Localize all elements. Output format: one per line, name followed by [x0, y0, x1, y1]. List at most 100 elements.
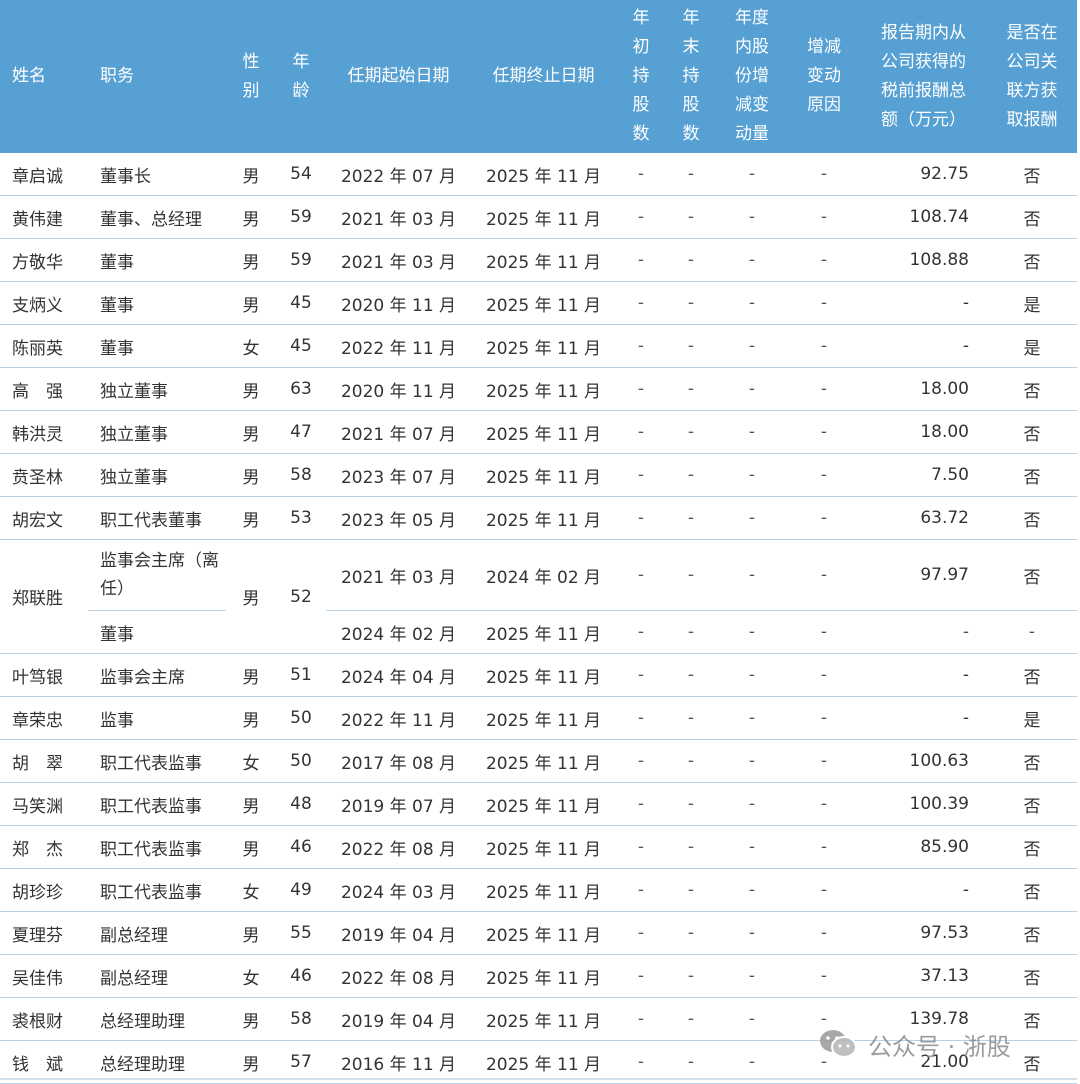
cell-end-date: 2025 年 11 月	[471, 782, 616, 826]
header-line: 公司关	[1006, 51, 1058, 72]
cell-title: 独立董事	[88, 367, 226, 411]
cell-start-date: 2022 年 11 月	[326, 696, 471, 740]
cell-shares-change: -	[716, 367, 788, 411]
cell-name: 支炳义	[0, 281, 88, 325]
table-row: 郑联胜 监事会主席（离任）男 52 2021 年 03 月 2024 年 02 月---…	[0, 539, 1077, 654]
cell-shares-change: -	[716, 653, 788, 697]
cell-shares-end: -	[666, 954, 716, 998]
cell-age: 59	[276, 195, 326, 239]
table-row: 章启诚 董事长男 54 2022 年 07 月 2025 年 11 月 - - - -92.75…	[0, 153, 1077, 196]
cell-age: 59	[276, 238, 326, 282]
cell-change-reason: -	[788, 367, 860, 411]
table-row: 高 强独立董事男 63 2020 年 11 月 2025 年 11 月 - - - -18.0…	[0, 367, 1077, 411]
cell-shares-change: -	[716, 496, 788, 540]
cell-start-date: 2024 年 04 月	[326, 653, 471, 697]
cell-shares-start: -	[616, 653, 666, 697]
cell-gender: 男	[226, 367, 276, 411]
cell-pay: 18.00	[860, 410, 987, 454]
cell-title: 总经理助理	[88, 997, 226, 1041]
cell-end-date: 2025 年 11 月	[471, 153, 616, 196]
cell-start-date: 2019 年 04 月	[326, 997, 471, 1041]
cell-gender: 男	[226, 539, 276, 654]
cell-start-date: 2021 年 03 月	[326, 539, 471, 611]
cell-change-reason: -	[788, 539, 860, 611]
header-name: 姓名	[0, 0, 88, 153]
cell-age: 49	[276, 868, 326, 912]
cell-shares-start: -	[616, 739, 666, 783]
cell-age: 46	[276, 825, 326, 869]
table-row: 支炳义 董事男 45 2020 年 11 月 2025 年 11 月-----是	[0, 281, 1077, 325]
cell-change-reason: -	[788, 911, 860, 955]
cell-shares-start: -	[616, 367, 666, 411]
cell-age: 51	[276, 653, 326, 697]
cell-gender: 男	[226, 911, 276, 955]
cell-title: 副总经理	[88, 954, 226, 998]
cell-name: 郑 杰	[0, 825, 88, 869]
header-line: 减变	[735, 95, 769, 115]
cell-title: 监事	[88, 696, 226, 740]
cell-gender: 男	[226, 195, 276, 239]
cell-change-reason: -	[788, 653, 860, 697]
table-row: 黄伟建 董事、总经理男 59 2021 年 03 月 2025 年 11 月 - - - -10…	[0, 195, 1077, 239]
header-line: 持	[682, 66, 700, 86]
table-row: 董事 2024 年 02 月 2025 年 11 月------	[0, 610, 1077, 654]
cell-pay: 92.75	[860, 153, 987, 196]
cell-related-pay: 否	[987, 868, 1077, 912]
cell-shares-start: -	[616, 782, 666, 826]
cell-end-date: 2025 年 11 月	[471, 238, 616, 282]
cell-shares-change: -	[716, 324, 788, 368]
cell-gender: 女	[226, 868, 276, 912]
cell-name: 胡珍珍	[0, 868, 88, 912]
cell-shares-end: -	[666, 496, 716, 540]
header-line: 税前报酬总	[881, 80, 966, 101]
cell-change-reason: -	[788, 782, 860, 826]
cell-start-date: 2024 年 02 月	[326, 610, 471, 654]
table-row: 郑 杰职工代表监事男 46 2022 年 08 月 2025 年 11 月 - - - -85…	[0, 825, 1077, 869]
cell-change-reason: -	[788, 868, 860, 912]
cell-shares-start: -	[616, 610, 666, 654]
cell-age: 54	[276, 153, 326, 196]
header-pay: 报告期内从 公司获得的 税前报酬总 额（万元）	[860, 0, 987, 153]
cell-related-pay: 否	[987, 153, 1077, 196]
cell-name: 贲圣林	[0, 453, 88, 497]
cell-gender: 男	[226, 496, 276, 540]
cell-related-pay: 否	[987, 238, 1077, 282]
cell-shares-end: -	[666, 653, 716, 697]
cell-title: 独立董事	[88, 453, 226, 497]
cell-title: 董事	[88, 324, 226, 368]
cell-title: 职工代表监事	[88, 825, 226, 869]
cell-pay: -	[860, 696, 987, 740]
cell-change-reason: -	[788, 825, 860, 869]
cell-shares-end: -	[666, 238, 716, 282]
cell-shares-end: -	[666, 324, 716, 368]
cell-start-date: 2021 年 03 月	[326, 238, 471, 282]
cell-name: 方敬华	[0, 238, 88, 282]
cell-shares-change: -	[716, 238, 788, 282]
cell-change-reason: -	[788, 153, 860, 196]
cell-end-date: 2025 年 11 月	[471, 696, 616, 740]
cell-gender: 男	[226, 281, 276, 325]
header-line: 是否在	[1006, 22, 1058, 43]
cell-shares-change: -	[716, 739, 788, 783]
cell-pay: -	[860, 324, 987, 368]
cell-shares-change: -	[716, 868, 788, 912]
cell-shares-end: -	[666, 696, 716, 740]
cell-age: 53	[276, 496, 326, 540]
cell-age: 52	[276, 539, 326, 654]
cell-end-date: 2025 年 11 月	[471, 739, 616, 783]
table-row: 章荣忠 监事男 50 2022 年 11 月 2025 年 11 月-----是	[0, 696, 1077, 740]
cell-name: 高 强	[0, 367, 88, 411]
table-row: 胡 翠职工代表监事女 50 2017 年 08 月 2025 年 11 月 - - - -10…	[0, 739, 1077, 783]
cell-start-date: 2022 年 08 月	[326, 954, 471, 998]
cell-shares-change: -	[716, 696, 788, 740]
header-line: 性	[242, 51, 260, 72]
cell-pay: 7.50	[860, 453, 987, 497]
cell-end-date: 2025 年 11 月	[471, 911, 616, 955]
cell-end-date: 2025 年 11 月	[471, 496, 616, 540]
cell-shares-end: -	[666, 610, 716, 654]
header-line: 年	[632, 8, 650, 28]
cell-shares-start: -	[616, 696, 666, 740]
header-line: 额（万元）	[881, 109, 966, 130]
cell-end-date: 2025 年 11 月	[471, 195, 616, 239]
cell-shares-end: -	[666, 825, 716, 869]
